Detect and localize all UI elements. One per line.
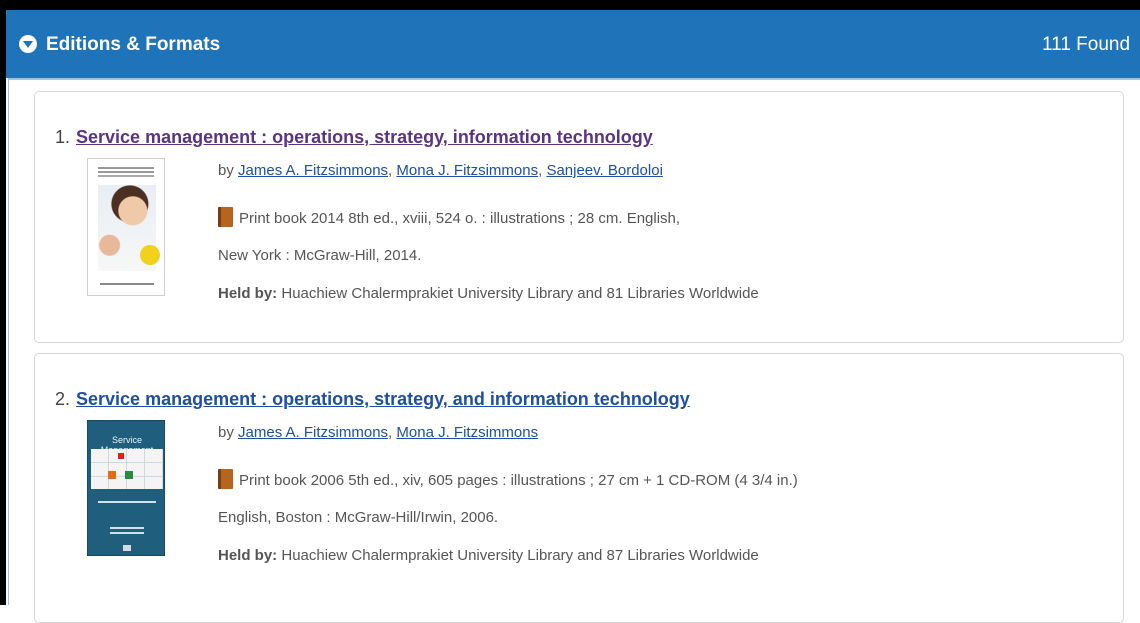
publisher-line: English, Boston : McGraw-Hill/Irwin, 200… xyxy=(218,509,499,526)
by-label: by xyxy=(218,162,234,179)
section-title: Editions & Formats xyxy=(46,34,221,55)
result-title-link[interactable]: Service management : operations, strateg… xyxy=(76,389,690,409)
book-icon xyxy=(218,207,233,227)
result-title-line: 2. Service management : operations, strat… xyxy=(55,389,690,410)
author-link[interactable]: James A. Fitzsimmons xyxy=(238,424,388,441)
format-line: Print book 2006 5th ed., xiv, 605 pages … xyxy=(218,469,798,489)
results-count: 111 Found xyxy=(1042,34,1131,55)
held-by-text: Huachiew Chalermprakiet University Libra… xyxy=(277,547,759,564)
result-card: 2. Service management : operations, strat… xyxy=(34,353,1124,623)
held-by-label: Held by: xyxy=(218,547,278,564)
chevron-down-circle-icon[interactable] xyxy=(19,35,37,53)
author-line: by James A. Fitzsimmons, Mona J. Fitzsim… xyxy=(218,162,663,179)
held-by-text: Huachiew Chalermprakiet University Libra… xyxy=(277,285,759,302)
result-title-line: 1. Service management : operations, strat… xyxy=(55,127,653,148)
by-label: by xyxy=(218,424,234,441)
book-icon xyxy=(218,469,233,489)
result-card: 1. Service management : operations, strat… xyxy=(34,91,1124,343)
format-text: Print book 2014 8th ed., xviii, 524 o. :… xyxy=(239,210,681,227)
format-line: Print book 2014 8th ed., xviii, 524 o. :… xyxy=(218,207,680,227)
author-link[interactable]: James A. Fitzsimmons xyxy=(238,162,388,179)
result-number: 2. xyxy=(55,389,71,409)
author-link[interactable]: Sanjeev. Bordoloi xyxy=(546,162,662,179)
format-text: Print book 2006 5th ed., xiv, 605 pages … xyxy=(239,472,798,489)
result-number: 1. xyxy=(55,127,71,147)
book-cover-thumbnail[interactable]: Service Management xyxy=(87,420,165,556)
publisher-line: New York : McGraw-Hill, 2014. xyxy=(218,247,422,264)
editions-header: Editions & Formats 111 Found xyxy=(6,10,1140,78)
author-link[interactable]: Mona J. Fitzsimmons xyxy=(396,424,538,441)
author-link[interactable]: Mona J. Fitzsimmons xyxy=(396,162,538,179)
held-by-label: Held by: xyxy=(218,285,278,302)
held-by-line: Held by: Huachiew Chalermprakiet Univers… xyxy=(218,285,759,302)
held-by-line: Held by: Huachiew Chalermprakiet Univers… xyxy=(218,547,759,564)
book-cover-thumbnail[interactable] xyxy=(87,158,165,296)
author-line: by James A. Fitzsimmons, Mona J. Fitzsim… xyxy=(218,424,539,441)
result-title-link[interactable]: Service management : operations, strateg… xyxy=(76,127,653,147)
